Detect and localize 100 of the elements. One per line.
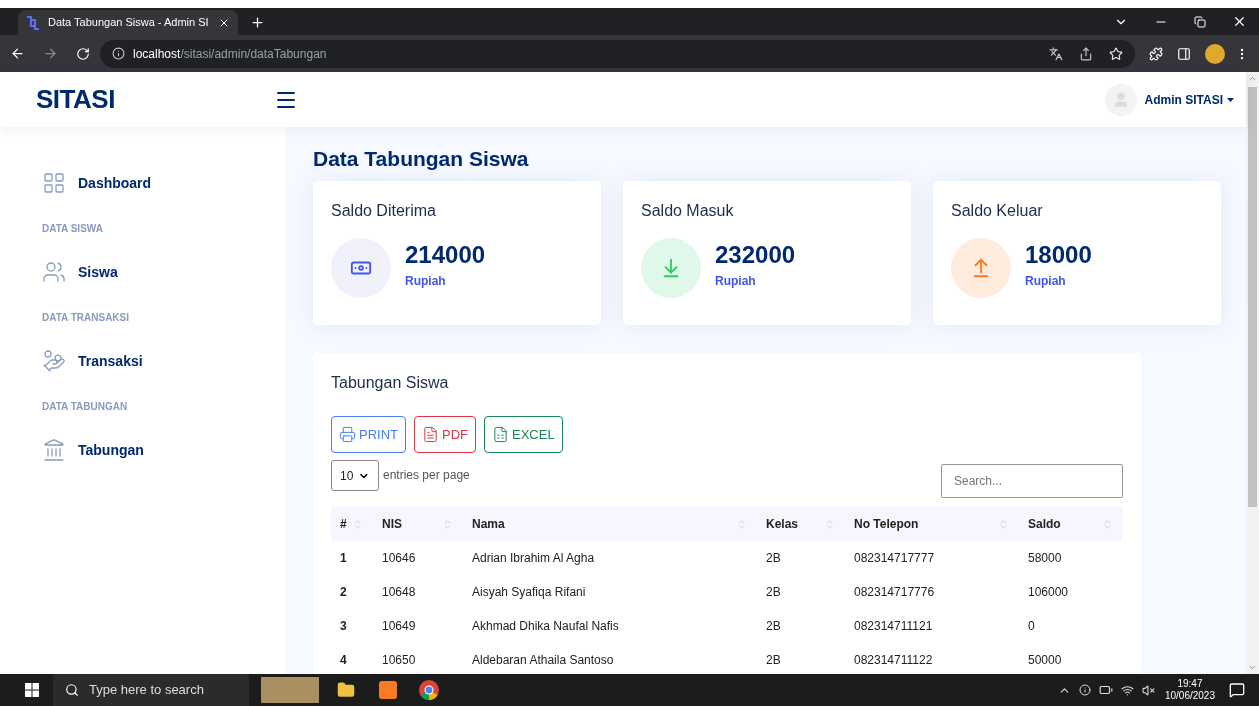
sidebar-item-label: Tabungan: [78, 440, 144, 460]
card-unit: Rupiah: [405, 272, 447, 290]
url-host: localhost: [133, 45, 181, 63]
table-cell-text: 106000: [1027, 584, 1070, 601]
info-icon[interactable]: [112, 47, 125, 60]
battery-icon[interactable]: [1098, 683, 1113, 697]
search-icon: [65, 683, 79, 697]
side-panel-icon[interactable]: [1177, 46, 1191, 61]
table-card-title: Tabungan Siswa: [331, 373, 450, 393]
table-cell-text: 2B: [765, 550, 782, 567]
table-cell-text: 082314717776: [853, 584, 936, 601]
table-cell-text: 1: [339, 550, 348, 567]
table-cell-text: 50000: [1027, 652, 1063, 669]
tab-title: Data Tabungan Siswa - Admin SI: [48, 15, 210, 31]
column-header[interactable]: Kelas: [757, 515, 845, 533]
table-cell-text: 10646: [381, 550, 417, 567]
reload-icon[interactable]: [76, 46, 90, 61]
table-cell-text: Aldebaran Athaila Santoso: [471, 652, 615, 669]
table-cell-text: 0: [1027, 618, 1036, 635]
card-title: Saldo Masuk: [641, 201, 735, 221]
card-value: 214000: [405, 240, 486, 269]
clock-time: 19:47: [1177, 678, 1203, 690]
pdf-button[interactable]: PDF: [414, 416, 476, 453]
table-cell-text: 10649: [381, 618, 417, 635]
app-logo[interactable]: SITASI: [36, 80, 274, 119]
url-path: /sitasi/admin/dataTabungan: [180, 45, 327, 63]
browser-tab[interactable]: Data Tabungan Siswa - Admin SI: [18, 10, 238, 35]
table-cell-text: 082314717777: [853, 550, 936, 567]
new-tab-icon[interactable]: [250, 15, 265, 30]
column-header[interactable]: NIS: [373, 515, 463, 533]
table-cell-text: Aisyah Syafiqa Rifani: [471, 584, 587, 601]
table-cell-text: 082314711121: [853, 618, 934, 635]
profile-avatar[interactable]: [1205, 43, 1225, 64]
sidebar-item[interactable]: Transaksi: [42, 339, 285, 383]
bank-building-icon: [42, 438, 66, 462]
sidebar-item[interactable]: Siswa: [42, 250, 285, 294]
card-value: 18000: [1025, 240, 1092, 269]
restore-icon[interactable]: [1194, 15, 1206, 28]
table-cell-text: 082314711122: [853, 652, 934, 669]
share-icon[interactable]: [1079, 46, 1093, 61]
sidebar-item-label: Siswa: [78, 262, 118, 282]
card-unit: Rupiah: [1025, 272, 1067, 290]
entries-select[interactable]: 10: [331, 460, 379, 491]
print-button[interactable]: PRINT: [331, 416, 406, 453]
sidebar-section-heading: DATA TABUNGAN: [42, 400, 129, 414]
column-header[interactable]: No Telepon: [845, 515, 1019, 533]
windows-logo-icon[interactable]: [25, 683, 39, 697]
scrollbar[interactable]: [1246, 72, 1259, 674]
table-cell-text: 2B: [765, 618, 782, 635]
close-window-icon[interactable]: [1232, 14, 1247, 29]
sort-icon: [824, 518, 835, 530]
page-title: Data Tabungan Siswa: [313, 146, 530, 172]
table-cell-text: 2B: [765, 584, 782, 601]
mute-icon[interactable]: [1141, 683, 1155, 697]
table-cell-text: Akhmad Dhika Naufal Nafis: [471, 618, 620, 635]
clock-date: 10/06/2023: [1164, 690, 1215, 702]
extensions-icon[interactable]: [1149, 46, 1163, 61]
sidebar-section-heading: DATA TRANSAKSI: [42, 311, 131, 325]
card-value: 232000: [715, 240, 796, 269]
table-cell-text: Adrian Ibrahim Al Agha: [471, 550, 596, 567]
star-icon[interactable]: [1109, 46, 1123, 61]
entries-label: entries per page: [383, 467, 470, 484]
card-title: Saldo Keluar: [951, 201, 1044, 221]
sidebar-section-heading: DATA SISWA: [42, 222, 104, 236]
table-cell-text: 2: [339, 584, 348, 601]
table-cell-text: 2B: [765, 652, 782, 669]
table-cell-text: 58000: [1027, 550, 1063, 567]
grid-icon: [42, 171, 66, 195]
notifications-icon[interactable]: [1229, 682, 1245, 698]
column-header[interactable]: Saldo: [1019, 515, 1123, 533]
sidebar-item[interactable]: Tabungan: [42, 428, 285, 472]
hand-coins-icon: [42, 349, 66, 373]
address-bar[interactable]: localhost/sitasi/admin/dataTabungan: [100, 39, 1135, 68]
card-unit: Rupiah: [715, 272, 757, 290]
sidebar-item-label: Dashboard: [78, 173, 152, 193]
taskbar-search-field[interactable]: Type here to search: [53, 674, 249, 706]
wifi-icon[interactable]: [1120, 683, 1134, 697]
excel-button[interactable]: EXCEL: [484, 416, 563, 453]
translate-icon[interactable]: [1049, 46, 1063, 61]
caret-icon: [1227, 97, 1234, 102]
app-thumbnail-icon[interactable]: [261, 677, 319, 703]
back-icon[interactable]: [10, 46, 25, 61]
forward-icon[interactable]: [43, 46, 58, 61]
sort-icon: [1102, 518, 1113, 530]
table-cell-text: 10648: [381, 584, 417, 601]
table-cell-text: 3: [339, 618, 348, 635]
site-logo-icon: [26, 15, 40, 30]
sidebar-item[interactable]: Dashboard: [42, 161, 285, 205]
spreadsheet-icon: [492, 426, 509, 443]
users-icon: [42, 260, 66, 284]
printer-icon: [339, 426, 356, 443]
table-cell-text: 4: [339, 652, 348, 669]
column-header[interactable]: #: [331, 515, 373, 533]
column-header[interactable]: Nama: [463, 515, 757, 533]
folder-icon[interactable]: [337, 681, 355, 699]
browser-icon[interactable]: [419, 680, 439, 700]
scroll-thumb[interactable]: [1248, 87, 1257, 507]
search-field[interactable]: Search...: [941, 464, 1123, 498]
sidebar-item-label: Transaksi: [78, 351, 143, 371]
user-menu-button[interactable]: Admin SITASI: [1144, 90, 1234, 109]
